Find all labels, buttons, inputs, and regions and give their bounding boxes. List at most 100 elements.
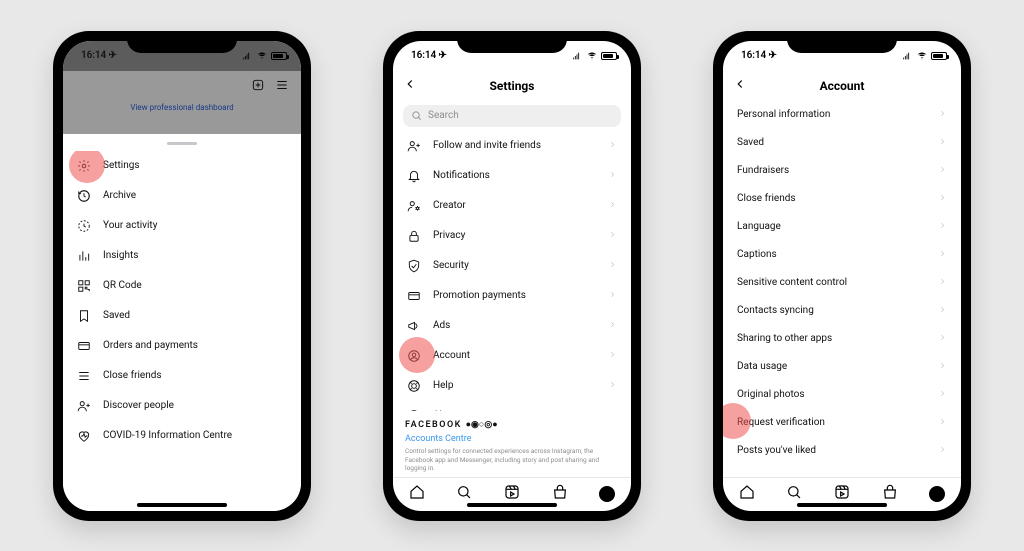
menu-item[interactable]: Creator	[393, 191, 631, 221]
persongear-icon	[407, 199, 421, 213]
chevron-right-icon	[938, 445, 947, 457]
card-icon	[407, 289, 421, 303]
account-item[interactable]: Fundraisers	[723, 157, 961, 185]
account-item[interactable]: Contacts syncing	[723, 297, 961, 325]
tab-reels[interactable]	[834, 484, 850, 504]
history-icon	[77, 189, 91, 203]
account-item[interactable]: Captions	[723, 241, 961, 269]
facebook-logo-text: FACEBOOK ●◉○◎●	[405, 419, 619, 430]
menu-item-label: COVID-19 Information Centre	[103, 430, 232, 441]
tab-shop[interactable]	[882, 484, 898, 504]
menu-item-label: About	[433, 410, 460, 411]
account-item[interactable]: Saved	[723, 129, 961, 157]
notch	[127, 31, 237, 53]
screen: 16:14 ✈ View professional dashboard Sett…	[63, 41, 301, 511]
account-item-label: Close friends	[737, 193, 796, 204]
notch	[457, 31, 567, 53]
chevron-right-icon	[938, 137, 947, 149]
home-indicator-icon[interactable]	[467, 503, 557, 507]
menu-item-label: Follow and invite friends	[433, 140, 541, 151]
chevron-right-icon	[608, 350, 617, 362]
accounts-centre-desc: Control settings for connected experienc…	[405, 447, 619, 472]
account-item[interactable]: Posts you've liked	[723, 437, 961, 465]
menu-item[interactable]: Follow and invite friends	[393, 131, 631, 161]
menu-item[interactable]: Account	[393, 341, 631, 371]
personcircle-icon	[407, 349, 421, 363]
hamburger-sheet: Settings Archive Your activity Insights QR C…	[63, 134, 301, 511]
menu-item-label: Saved	[103, 310, 130, 321]
menu-item[interactable]: Notifications	[393, 161, 631, 191]
screen: 16:14 ✈ Settings Search Follow and invit…	[393, 41, 631, 511]
menu-item[interactable]: Archive	[63, 181, 301, 211]
menu-item-label: QR Code	[103, 280, 142, 291]
facebook-accounts-centre: FACEBOOK ●◉○◎● Accounts Centre Control s…	[393, 411, 631, 476]
menu-item[interactable]: Settings	[63, 151, 301, 181]
account-item[interactable]: Sharing to other apps	[723, 325, 961, 353]
chevron-right-icon	[608, 260, 617, 272]
menu-item-label: Creator	[433, 200, 466, 211]
menu-item-label: Ads	[433, 320, 450, 331]
nav-header: Settings	[393, 71, 631, 101]
profile-background: 16:14 ✈ View professional dashboard	[63, 41, 301, 134]
menu-item[interactable]: About	[393, 401, 631, 412]
page-title: Account	[820, 79, 865, 93]
profile-avatar-icon	[929, 486, 945, 502]
menu-item-label: Archive	[103, 190, 136, 201]
menu-item[interactable]: Ads	[393, 311, 631, 341]
phone-step-1: 16:14 ✈ View professional dashboard Sett…	[53, 31, 311, 521]
bars-icon	[77, 249, 91, 263]
menu-item-label: Insights	[103, 250, 138, 261]
tab-search[interactable]	[456, 484, 472, 504]
personplus-icon	[77, 399, 91, 413]
chevron-right-icon	[938, 277, 947, 289]
menu-item[interactable]: Orders and payments	[63, 331, 301, 361]
chevron-right-icon	[938, 109, 947, 121]
tab-search[interactable]	[786, 484, 802, 504]
chevron-right-icon	[608, 410, 617, 412]
account-item[interactable]: Personal information	[723, 101, 961, 129]
account-item[interactable]: Language	[723, 213, 961, 241]
tab-home[interactable]	[739, 484, 755, 504]
account-item-label: Sensitive content control	[737, 277, 847, 288]
account-item[interactable]: Original photos	[723, 381, 961, 409]
menu-item-label: Account	[433, 350, 470, 361]
account-item[interactable]: Sensitive content control	[723, 269, 961, 297]
account-item[interactable]: Close friends	[723, 185, 961, 213]
menu-item-label: Privacy	[433, 230, 465, 241]
account-item-label: Language	[737, 221, 781, 232]
menu-item[interactable]: Insights	[63, 241, 301, 271]
menu-item[interactable]: Saved	[63, 301, 301, 331]
account-item-label: Captions	[737, 249, 777, 260]
heartpulse-icon	[77, 429, 91, 443]
menu-item[interactable]: Your activity	[63, 211, 301, 241]
menu-item[interactable]: QR Code	[63, 271, 301, 301]
back-button[interactable]	[403, 77, 417, 95]
menu-item-label: Orders and payments	[103, 340, 198, 351]
bell-icon	[407, 169, 421, 183]
menu-item[interactable]: COVID-19 Information Centre	[63, 421, 301, 451]
menu-item[interactable]: Close friends	[63, 361, 301, 391]
chevron-right-icon	[938, 333, 947, 345]
home-indicator-icon[interactable]	[137, 503, 227, 507]
tab-home[interactable]	[409, 484, 425, 504]
menu-item[interactable]: Security	[393, 251, 631, 281]
settings-list: Follow and invite friends Notifications Cr…	[393, 131, 631, 412]
menu-item[interactable]: Privacy	[393, 221, 631, 251]
home-indicator-icon[interactable]	[797, 503, 887, 507]
back-button[interactable]	[733, 77, 747, 95]
tab-reels[interactable]	[504, 484, 520, 504]
menu-item[interactable]: Promotion payments	[393, 281, 631, 311]
tab-profile[interactable]	[599, 486, 615, 502]
accounts-centre-link[interactable]: Accounts Centre	[405, 434, 619, 444]
menu-item[interactable]: Discover people	[63, 391, 301, 421]
account-item[interactable]: Data usage	[723, 353, 961, 381]
sheet-grabber-icon[interactable]	[167, 142, 197, 145]
chevron-right-icon	[938, 361, 947, 373]
tab-profile[interactable]	[929, 486, 945, 502]
search-input[interactable]: Search	[403, 105, 621, 127]
menu-item[interactable]: Help	[393, 371, 631, 401]
screen: 16:14 ✈ Account Personal informationSave…	[723, 41, 961, 511]
tab-shop[interactable]	[552, 484, 568, 504]
account-item[interactable]: Request verification	[723, 409, 961, 437]
menu-item-label: Help	[433, 380, 453, 391]
